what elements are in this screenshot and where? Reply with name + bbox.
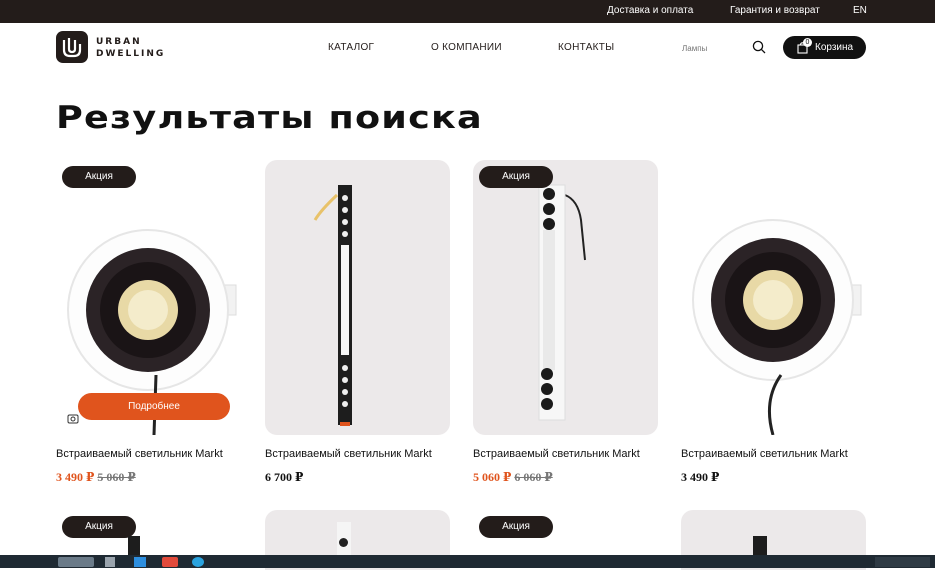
cart-label: Корзина — [815, 42, 854, 53]
logo-line-1: URBAN — [96, 37, 142, 47]
product-price: 3 490 ₽ — [681, 470, 719, 485]
nav-about[interactable]: О КОМПАНИИ — [431, 42, 502, 53]
site-header: URBAN DWELLING КАТАЛОГ О КОМПАНИИ КОНТАК… — [0, 23, 935, 73]
cart-count-badge: 0 — [803, 38, 812, 47]
product-title[interactable]: Встраиваемый светильник Markt — [56, 448, 223, 460]
old-price: 5 060 ₽ — [97, 470, 136, 484]
taskbar-thumbnail[interactable] — [58, 557, 94, 567]
product-title[interactable]: Встраиваемый светильник Markt — [681, 448, 848, 460]
sale-badge: Акция — [62, 516, 136, 538]
search-icon[interactable] — [752, 40, 766, 54]
nav-catalog[interactable]: КАТАЛОГ — [328, 42, 374, 53]
delivery-link[interactable]: Доставка и оплата — [607, 5, 693, 16]
product-price: 5 060 ₽6 060 ₽ — [473, 470, 553, 485]
details-button[interactable]: Подробнее — [78, 393, 230, 420]
sale-badge: Акция — [479, 166, 553, 188]
product-image — [128, 536, 140, 556]
led-dot — [339, 538, 348, 547]
linear-light-image — [313, 185, 352, 426]
browser-icon[interactable] — [162, 557, 178, 567]
product-title[interactable]: Встраиваемый светильник Markt — [265, 448, 432, 460]
search-input[interactable] — [680, 39, 744, 57]
sale-badge: Акция — [62, 166, 136, 188]
logo-line-2: DWELLING — [96, 49, 166, 59]
regular-price: 6 700 ₽ — [265, 470, 304, 484]
sale-badge: Акция — [479, 516, 553, 538]
linear-light-image — [538, 184, 586, 421]
warranty-link[interactable]: Гарантия и возврат — [730, 5, 820, 16]
product-image — [753, 536, 767, 556]
sale-price: 3 490 ₽ — [56, 470, 95, 484]
nav-contacts[interactable]: КОНТАКТЫ — [558, 42, 614, 53]
product-price: 3 490 ₽5 060 ₽ — [56, 470, 136, 485]
product-image[interactable]: Акция Подробнее — [56, 160, 241, 435]
file-explorer-icon[interactable] — [105, 557, 115, 567]
product-image[interactable]: Акция — [473, 160, 658, 435]
product-image[interactable] — [265, 160, 450, 435]
page-title: Результаты поиска — [56, 100, 483, 136]
language-switch[interactable]: EN — [853, 5, 867, 16]
logo-text[interactable]: URBAN DWELLING — [96, 36, 165, 60]
top-bar: Доставка и оплата Гарантия и возврат EN — [0, 0, 935, 23]
product-price: 6 700 ₽ — [265, 470, 303, 485]
system-tray[interactable] — [875, 557, 930, 567]
downlight-image — [692, 219, 862, 435]
old-price: 6 060 ₽ — [514, 470, 553, 484]
product-title[interactable]: Встраиваемый светильник Markt — [473, 448, 640, 460]
sale-price: 5 060 ₽ — [473, 470, 512, 484]
regular-price: 3 490 ₽ — [681, 470, 720, 484]
product-image[interactable] — [681, 160, 866, 435]
os-taskbar — [0, 555, 935, 568]
telegram-icon[interactable] — [192, 557, 204, 567]
cart-button[interactable]: 0 Корзина — [783, 36, 866, 59]
vscode-icon[interactable] — [134, 557, 146, 567]
logo-icon[interactable] — [56, 31, 88, 63]
